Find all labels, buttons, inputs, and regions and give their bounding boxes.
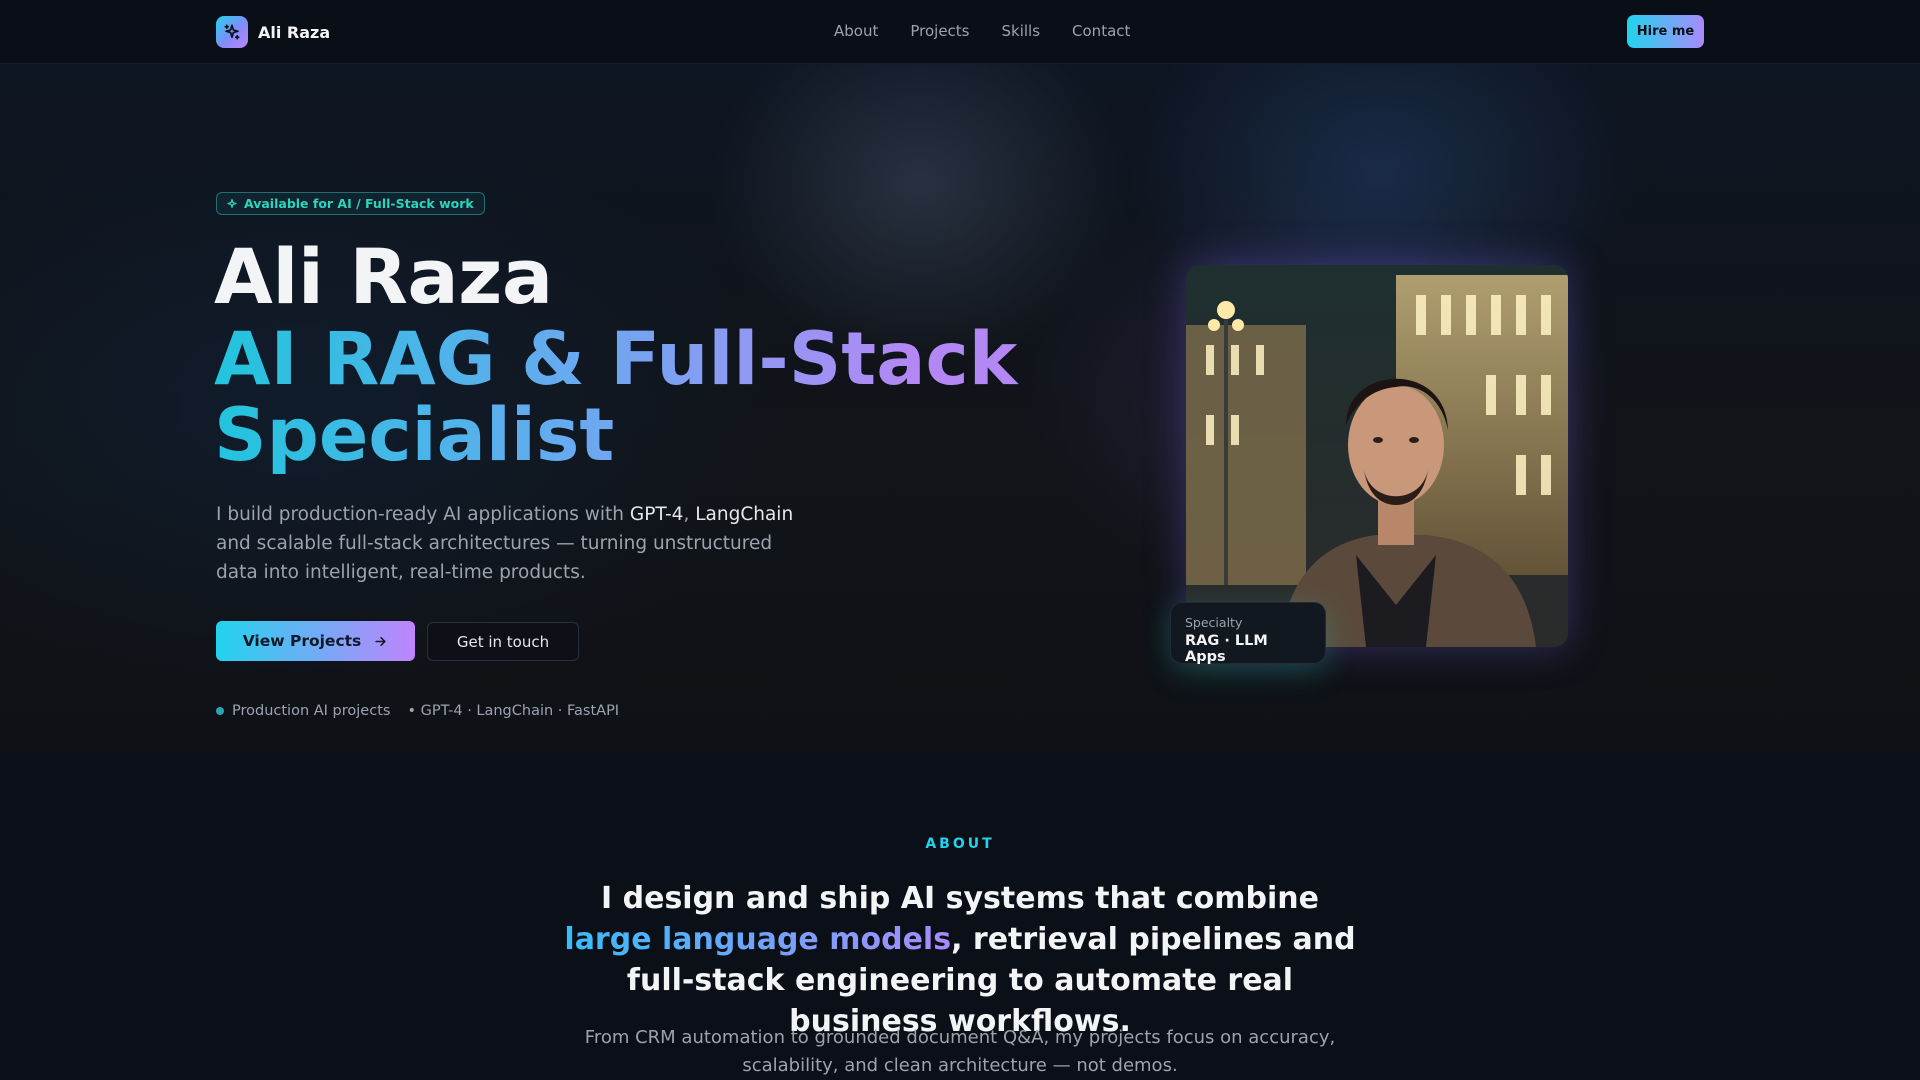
desc-text: I build production-ready AI applications… bbox=[216, 504, 630, 525]
specialty-value: RAG · LLM Apps bbox=[1185, 633, 1268, 665]
view-projects-label: View Projects bbox=[242, 632, 362, 650]
hero-name: Ali Raza bbox=[214, 232, 553, 321]
navbar: Ali Raza About Projects Skills Contact H… bbox=[0, 0, 1920, 64]
hero-title-line1: AI RAG & Full-Stack bbox=[214, 317, 1018, 402]
desc-highlight-langchain: LangChain bbox=[695, 504, 794, 525]
sparkle-icon bbox=[227, 198, 237, 208]
about-section: ABOUT I design and ship AI systems that … bbox=[0, 752, 1920, 1080]
nav-link-skills[interactable]: Skills bbox=[1002, 22, 1041, 40]
desc-text-rest: and scalable full-stack architectures — … bbox=[216, 533, 773, 583]
nav-link-contact[interactable]: Contact bbox=[1072, 22, 1130, 40]
profile-photo bbox=[1186, 265, 1568, 647]
brand[interactable]: Ali Raza bbox=[216, 16, 330, 48]
meta-projects: Production AI projects bbox=[232, 703, 391, 719]
arrow-right-icon bbox=[375, 636, 386, 646]
hero-description: I build production-ready AI applications… bbox=[216, 500, 796, 587]
specialty-label: Specialty bbox=[1185, 615, 1243, 630]
about-heading-highlight: large language models bbox=[564, 922, 952, 957]
nav-links: About Projects Skills Contact bbox=[834, 22, 1130, 40]
about-heading-text: I design and ship AI systems that combin… bbox=[601, 881, 1319, 916]
availability-badge: Available for AI / Full-Stack work bbox=[216, 192, 485, 215]
hire-me-button[interactable]: Hire me bbox=[1627, 15, 1704, 48]
about-heading: I design and ship AI systems that combin… bbox=[560, 878, 1360, 1042]
brand-name: Ali Raza bbox=[258, 22, 331, 42]
badge-text: Available for AI / Full-Stack work bbox=[244, 196, 474, 211]
view-projects-button[interactable]: View Projects bbox=[216, 621, 415, 661]
hero-meta: Production AI projects • GPT-4 · LangCha… bbox=[216, 703, 619, 719]
about-eyebrow: ABOUT bbox=[925, 836, 995, 852]
desc-highlight-gpt4: GPT-4 bbox=[629, 504, 684, 525]
specialty-card: Specialty RAG · LLM Apps bbox=[1170, 602, 1326, 665]
get-in-touch-button[interactable]: Get in touch bbox=[427, 622, 579, 661]
about-subtext: From CRM automation to grounded document… bbox=[584, 1027, 1336, 1076]
sparkles-logo-icon bbox=[216, 16, 248, 48]
nav-link-projects[interactable]: Projects bbox=[910, 22, 969, 40]
hero-title-line2: Specialist bbox=[214, 393, 615, 478]
profile-photo-illustration bbox=[1186, 265, 1568, 647]
portfolio-page: Ali Raza About Projects Skills Contact H… bbox=[0, 0, 1920, 1080]
status-dot-icon bbox=[216, 707, 224, 715]
hero-title: AI RAG & Full-Stack Specialist bbox=[214, 322, 1034, 474]
nav-link-about[interactable]: About bbox=[834, 22, 878, 40]
desc-separator: , bbox=[683, 504, 696, 525]
meta-stack: • GPT-4 · LangChain · FastAPI bbox=[407, 703, 620, 719]
hero-section: Available for AI / Full-Stack work Ali R… bbox=[0, 64, 1920, 752]
